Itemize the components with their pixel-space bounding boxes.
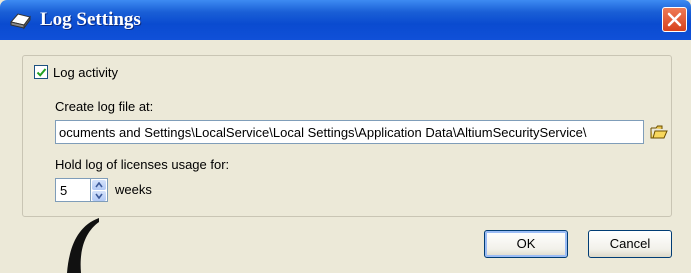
close-button[interactable] xyxy=(662,7,687,32)
dialog-title: Log Settings xyxy=(40,9,141,30)
cancel-button[interactable]: Cancel xyxy=(588,230,672,258)
weeks-input[interactable]: 5 xyxy=(55,178,91,202)
ok-button[interactable]: OK xyxy=(484,230,568,258)
log-path-field[interactable]: ocuments and Settings\LocalService\Local… xyxy=(55,120,644,144)
weeks-unit-label: weeks xyxy=(115,182,152,197)
weeks-stepper[interactable] xyxy=(91,178,108,202)
chevron-up-icon xyxy=(95,182,103,188)
spin-down-button[interactable] xyxy=(92,191,106,201)
folder-open-icon xyxy=(650,125,668,139)
browse-folder-button[interactable] xyxy=(648,121,670,143)
weeks-value: 5 xyxy=(60,183,68,198)
log-settings-dialog: Log Settings Log activity Create log fil… xyxy=(0,0,691,273)
log-path-value: ocuments and Settings\LocalService\Local… xyxy=(59,125,587,140)
decorative-curve xyxy=(55,218,105,273)
chevron-down-icon xyxy=(95,193,103,199)
hold-log-label: Hold log of licenses usage for: xyxy=(55,157,230,172)
close-icon xyxy=(667,12,682,27)
log-activity-label[interactable]: Log activity xyxy=(53,65,118,80)
title-bar[interactable]: Log Settings xyxy=(0,0,691,40)
checkmark-icon xyxy=(36,68,47,77)
create-log-label: Create log file at: xyxy=(55,99,154,114)
log-activity-checkbox[interactable] xyxy=(34,65,48,79)
spin-up-button[interactable] xyxy=(92,180,106,190)
printer-icon xyxy=(8,8,34,32)
